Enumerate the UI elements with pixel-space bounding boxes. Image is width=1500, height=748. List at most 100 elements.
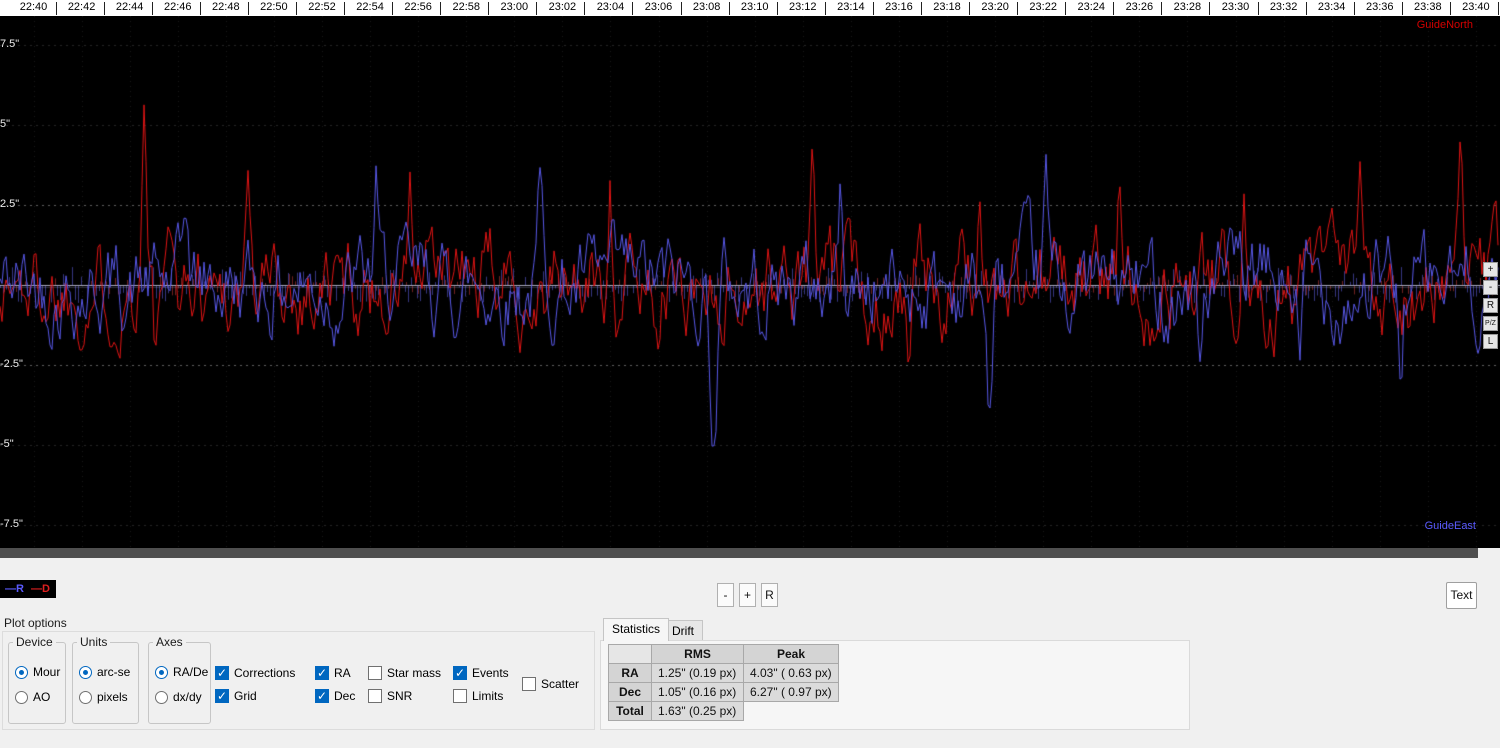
radio-label: dx/dy [173, 690, 202, 704]
time-tick [1449, 2, 1451, 15]
radio-pixels[interactable]: pixels [79, 690, 130, 704]
checkbox-label: SNR [387, 689, 413, 703]
y-axis-label: 7.5" [0, 38, 20, 50]
y-axis-label: -7.5" [0, 518, 23, 530]
time-tick [920, 2, 922, 15]
stats-header-rms: RMS [651, 644, 744, 664]
radio-circle[interactable] [79, 665, 92, 679]
checkbox-scatter[interactable]: Scatter [522, 677, 579, 691]
checkbox-box[interactable] [453, 689, 467, 703]
bottom-panel: —R —D Plot options Device Mour AO Units ar… [0, 558, 1500, 748]
reset-button[interactable]: R [761, 583, 778, 607]
time-tick [632, 2, 634, 15]
zoom-out-button[interactable]: - [717, 583, 734, 607]
time-tick [247, 2, 249, 15]
time-label: 23:02 [548, 1, 577, 13]
text-button[interactable]: Text [1446, 582, 1477, 609]
time-label: 23:30 [1221, 1, 1250, 13]
time-axis: 22:40 22:42 22:44 22:46 22:48 22:50 22:52 22:54… [0, 0, 1500, 16]
checkbox-events[interactable]: Events [453, 666, 509, 680]
units-group-label: Units [77, 635, 111, 649]
time-label: 23:32 [1269, 1, 1298, 13]
graph-side-button-p-z[interactable]: P/Z [1483, 316, 1498, 331]
tab-statistics[interactable]: Statistics [603, 618, 670, 641]
checkbox-snr[interactable]: SNR [368, 689, 412, 703]
checkbox-ra[interactable]: RA [315, 666, 351, 680]
time-label: 23:14 [837, 1, 865, 13]
checkbox-box[interactable] [315, 689, 329, 703]
graph-side-buttons: + - R P/Z L [1483, 262, 1498, 349]
zoom-in-button[interactable]: + [739, 583, 756, 607]
time-tick [1257, 2, 1259, 15]
checkbox-limits[interactable]: Limits [453, 689, 503, 703]
graph-side-button-r[interactable]: R [1483, 298, 1498, 313]
checkbox-box[interactable] [368, 666, 382, 680]
stats-header-peak: Peak [743, 644, 839, 664]
stats-rms-value: 1.63" (0.25 px) [651, 701, 744, 721]
stats-tab-panel: RMS Peak RA 1.25" (0.19 px) 4.03" ( 0.63 px… [600, 640, 1190, 730]
time-label: 22:52 [308, 1, 336, 13]
time-label: 23:08 [692, 1, 721, 13]
radio-dx-dy[interactable]: dx/dy [155, 690, 208, 704]
y-axis-label: -2.5" [0, 358, 23, 370]
time-label: 23:10 [740, 1, 769, 13]
time-label: 23:36 [1365, 1, 1394, 13]
stats-row-ra: RA 1.25" (0.19 px) 4.03" ( 0.63 px) [608, 663, 839, 683]
time-tick [1209, 2, 1211, 15]
checkbox-label: RA [334, 666, 351, 680]
time-tick [488, 2, 490, 15]
trace-legend: —R —D [0, 580, 56, 598]
radio-circle[interactable] [155, 665, 168, 679]
time-tick [295, 2, 297, 15]
checkbox-box[interactable] [368, 689, 382, 703]
radio-ao[interactable]: AO [15, 690, 60, 704]
radio-circle[interactable] [155, 690, 168, 704]
radio-arc-se[interactable]: arc-se [79, 665, 130, 679]
checkbox-box[interactable] [215, 666, 229, 680]
checkbox-corrections[interactable]: Corrections [215, 666, 295, 680]
time-tick [728, 2, 730, 15]
guide-east-label: GuideEast [1424, 520, 1476, 532]
radio-ra-de[interactable]: RA/De [155, 665, 208, 679]
radio-circle[interactable] [15, 690, 28, 704]
time-tick [1017, 2, 1019, 15]
axes-group-body: RA/De dx/dy [155, 665, 208, 704]
time-tick [440, 2, 442, 15]
time-label: 22:54 [356, 1, 384, 13]
radio-mour[interactable]: Mour [15, 665, 60, 679]
checkbox-dec[interactable]: Dec [315, 689, 355, 703]
horizontal-scrollbar[interactable] [0, 548, 1478, 558]
graph-side-button-l[interactable]: L [1483, 334, 1498, 349]
legend-item-r: —R [5, 583, 24, 595]
checkbox-star-mass[interactable]: Star mass [368, 666, 441, 680]
graph-side-button-[interactable]: - [1483, 280, 1498, 295]
radio-label: Mour [33, 665, 61, 679]
time-tick [969, 2, 971, 15]
time-label: 23:22 [1029, 1, 1057, 13]
units-group: Units arc-se pixels [72, 635, 139, 724]
time-tick [824, 2, 826, 15]
radio-circle[interactable] [79, 690, 92, 704]
checkbox-box[interactable] [522, 677, 536, 691]
radio-circle[interactable] [15, 665, 28, 679]
time-label: 23:38 [1414, 1, 1442, 13]
time-tick [776, 2, 778, 15]
checkbox-box[interactable] [453, 666, 467, 680]
stats-row-dec: Dec 1.05" (0.16 px) 6.27" ( 0.97 px) [608, 682, 839, 702]
time-label: 22:58 [452, 1, 480, 13]
time-label: 22:40 [19, 1, 48, 13]
checkbox-box[interactable] [215, 689, 229, 703]
device-group: Device Mour AO [8, 635, 66, 724]
time-tick [872, 2, 874, 15]
checkbox-box[interactable] [315, 666, 329, 680]
radio-label: pixels [97, 690, 128, 704]
graph-side-button-[interactable]: + [1483, 262, 1498, 277]
time-label: 23:18 [933, 1, 961, 13]
radio-label: AO [33, 690, 51, 704]
time-tick [1305, 2, 1307, 15]
units-group-body: arc-se pixels [79, 665, 130, 704]
checkbox-grid[interactable]: Grid [215, 689, 257, 703]
radio-label: RA/De [173, 665, 209, 679]
axes-group-label: Axes [153, 635, 186, 649]
stats-corner-cell [608, 644, 652, 664]
